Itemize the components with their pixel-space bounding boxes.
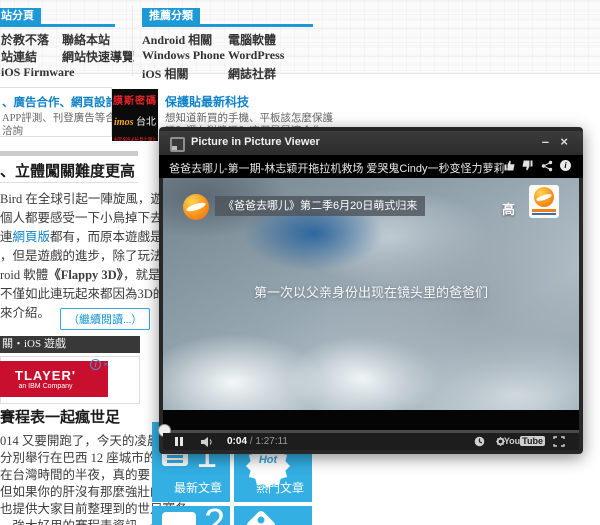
share-icon[interactable] (541, 160, 553, 172)
nav-link-ios-firmware[interactable]: iOS Firmware (1, 65, 74, 80)
adchoices-info-icon[interactable]: i (90, 359, 102, 370)
thumbs-up-icon[interactable] (504, 160, 515, 171)
article1-line: Bird 在全球引起一陣旋風，遊戲 (0, 192, 176, 206)
video-subtitle: 第一次以父亲身份出现在镜头里的爸爸们 (253, 285, 488, 300)
tile-number: 2 (204, 506, 225, 525)
ad-close-icon[interactable]: × (103, 360, 108, 369)
nav-link-android[interactable]: Android 相關 (142, 31, 212, 48)
adchoices-controls: i × (90, 359, 108, 370)
window-title: Picture in Picture Viewer (191, 136, 320, 148)
article1-line: roid 軟體《Flappy 3D》，就是把 (0, 264, 173, 283)
video-title-bar: 爸爸去哪儿-第一期-林志颖开拖拉机救场 爱哭鬼Cindy一秒变怪力萝莉-【湖南卫… (159, 155, 583, 178)
tile-label: 熱門文章 (255, 481, 304, 495)
pause-button[interactable] (175, 437, 178, 446)
nav-link-site-guide[interactable]: 網站快速導覽 (62, 48, 134, 65)
article2-line: 、強大好用的賽程表資訊，一起 (0, 515, 175, 525)
imos-ad-banner[interactable]: 膜斯密碼 imos 台北 經銷代貼點 (112, 89, 158, 141)
tile-categories[interactable] (234, 506, 312, 525)
app-name: 《Flappy 3D》 (48, 268, 123, 282)
pip-window: Picture in Picture Viewer – × 爸爸去哪儿-第一期-… (158, 127, 583, 454)
hunan-tv-logo (183, 194, 209, 220)
read-more-button[interactable]: （繼續閱讀...） (60, 308, 151, 330)
imos-city: 台北 (133, 117, 156, 128)
article2-title: 賽程表一起瘋世足 (0, 410, 121, 426)
hot-badge-text: Hot (258, 454, 278, 466)
article1-line: 連網頁版都有，而原本遊戲是2D像 (0, 226, 190, 245)
category-bar[interactable]: 關・iOS 遊戲 (0, 336, 140, 353)
page: 站分頁 於教不落 聯絡本站 站連結 網站快速導覽 iOS Firmware 推薦… (0, 0, 600, 525)
time-current: 0:04 (227, 436, 248, 447)
nav-link-windows-phone[interactable]: Windows Phone (142, 48, 225, 63)
pause-button[interactable] (180, 437, 183, 446)
nav-link-ios[interactable]: iOS 相關 (142, 65, 188, 82)
youtube-logo[interactable]: You Tube (504, 436, 545, 446)
comment-icon (162, 512, 196, 525)
softlayer-sub: an IBM Company (18, 383, 73, 390)
tile-label: 最新文章 (173, 481, 222, 495)
nav-underline-2 (142, 24, 313, 27)
article1-line: 個人都要感受一下小鳥掉下去或 (0, 211, 176, 225)
promo-box: 、廣告合作、網頁設計 APP評測、刊登廣告等合作 洽詢 (0, 87, 126, 137)
watch-later-icon[interactable] (474, 436, 485, 447)
window-titlebar[interactable]: Picture in Picture Viewer – × (159, 131, 583, 155)
video-letterbox (163, 410, 579, 430)
imos-ad-line3: 經銷代貼點 (113, 136, 157, 141)
nav-header-categories: 推薦分類 (142, 8, 200, 24)
webversion-link[interactable]: 網頁版 (13, 230, 51, 244)
thumbs-down-icon[interactable] (522, 160, 533, 171)
player-controls: 0:04 / 1:27:11 You Tube (163, 433, 579, 450)
youtube-tube: Tube (520, 436, 545, 446)
title-rule (0, 182, 138, 183)
imos-ad-line1: 膜斯密碼 (113, 96, 157, 107)
text: roid 軟體 (0, 268, 49, 282)
youtube-you: You (503, 436, 521, 446)
nav-link-contact[interactable]: 聯絡本站 (62, 31, 110, 48)
nav-underline-1 (0, 24, 115, 27)
video-title-link[interactable]: 爸爸去哪儿-第一期-林志颖开拖拉机救场 爱哭鬼Cindy一秒变怪力萝莉-【湖南卫… (169, 160, 509, 176)
hd-watermark: 高 (501, 202, 515, 217)
section-divider (0, 151, 138, 156)
promo-text-2: 洽詢 (2, 126, 23, 137)
imos-ad-line2: imos 台北 (112, 113, 158, 128)
video-viewport[interactable]: 《爸爸去哪儿》第二季6月20日萌式归来 高 第一次以父亲身份出现在镜头里的爸爸们 (163, 178, 579, 410)
softlayer-brand: TLAYER' (15, 368, 76, 383)
info-icon[interactable]: i (560, 160, 571, 171)
minimize-button[interactable]: – (542, 134, 549, 150)
time-total: 1:27:11 (255, 436, 288, 447)
video-overlay-banner: 《爸爸去哪儿》第二季6月20日萌式归来 (215, 196, 426, 216)
time-display: 0:04 / 1:27:11 (227, 436, 288, 447)
nav-link-site-links[interactable]: 站連結 (1, 48, 37, 65)
promo-link[interactable]: 、廣告合作、網頁設計 (2, 94, 117, 110)
mango-tv-logo (529, 185, 559, 218)
fullscreen-icon[interactable] (553, 436, 565, 447)
nav-link-software[interactable]: 電腦軟體 (228, 31, 276, 48)
article1-title: 、立體闖關難度更高 (0, 164, 136, 180)
tag-icon (245, 509, 277, 525)
article1-line: ，但是遊戲的進步，除了玩法就是 (0, 249, 188, 263)
text: 連 (0, 230, 13, 244)
volume-icon[interactable] (201, 437, 214, 447)
ad-box: TLAYER' an IBM Company i × (0, 356, 140, 404)
imos-brand: imos (114, 117, 134, 128)
nav-divider (132, 6, 133, 76)
pip-app-icon (170, 137, 185, 152)
close-button[interactable]: × (560, 134, 568, 150)
tile-latest-comments[interactable]: 2 (152, 506, 230, 525)
nav-link-wordpress[interactable]: WordPress (228, 48, 284, 63)
article1-line: 不僅如此連玩起來都因為3D的轉換 (0, 287, 191, 301)
nav-link-about[interactable]: 於教不落 (1, 31, 49, 48)
protect-link[interactable]: 保護貼最新科技 (165, 93, 249, 110)
nav-header-site-pages: 站分頁 (0, 8, 41, 24)
nav-link-blog-community[interactable]: 網誌社群 (228, 65, 276, 82)
